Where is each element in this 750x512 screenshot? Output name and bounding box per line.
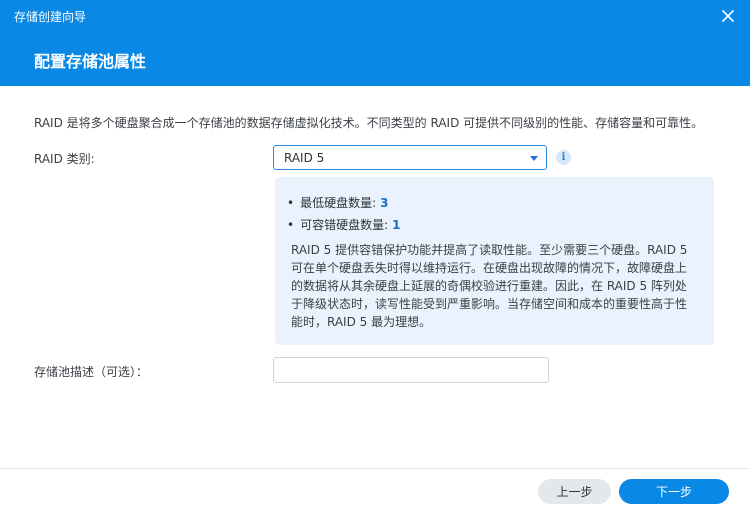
pool-description-label: 存储池描述（可选）： [34,365,149,379]
bullet-icon: • [287,218,295,232]
window-title: 存储创建向导 [14,10,87,24]
footer-divider [0,468,750,469]
fault-tolerance-item: • 可容错硬盘数量: 1 [287,216,400,233]
raid-description: RAID 5 提供容错保护功能并提高了读取性能。至少需要三个硬盘。RAID 5 … [291,243,688,329]
chevron-down-icon [530,156,538,161]
info-icon[interactable]: i [556,150,571,165]
raid-type-selected-value: RAID 5 [284,151,325,165]
close-icon[interactable] [718,6,738,26]
raid-type-select[interactable]: RAID 5 [273,145,547,170]
raid-info-panel: • 最低硬盘数量: 3 • 可容错硬盘数量: 1 RAID 5 提供容错保护功能并提高了… [275,177,714,345]
raid-type-label: RAID 类别: [34,152,95,166]
min-disks-label: 最低硬盘数量: [300,196,377,210]
min-disks-item: • 最低硬盘数量: 3 [287,194,388,211]
dialog-header: 存储创建向导 配置存储池属性 [0,0,750,86]
bullet-icon: • [287,196,295,210]
fault-tolerance-label: 可容错硬盘数量: [300,218,389,232]
min-disks-value: 3 [380,196,389,210]
previous-button[interactable]: 上一步 [538,479,611,504]
fault-tolerance-value: 1 [392,218,401,232]
raid-intro-text: RAID 是将多个硬盘聚合成一个存储池的数据存储虚拟化技术。不同类型的 RAID… [34,116,704,130]
page-title: 配置存储池属性 [34,52,147,71]
pool-description-input[interactable] [273,357,549,383]
next-button[interactable]: 下一步 [619,479,729,504]
